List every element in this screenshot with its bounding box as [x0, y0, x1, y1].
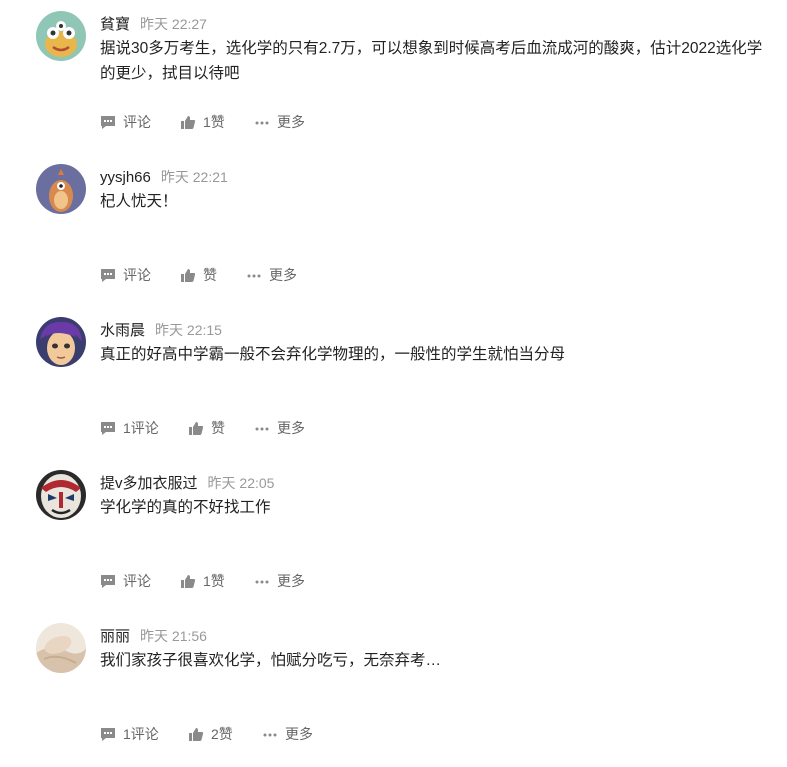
- reply-label: 1评论: [123, 726, 159, 742]
- username[interactable]: 貧寶: [100, 16, 130, 33]
- username[interactable]: yysjh66: [100, 169, 151, 186]
- more-button[interactable]: 更多: [254, 112, 305, 132]
- reply-label: 1评论: [123, 420, 159, 436]
- comment-icon: [101, 115, 115, 129]
- more-label: 更多: [269, 267, 297, 283]
- avatar[interactable]: [36, 470, 86, 520]
- username[interactable]: 丽丽: [100, 628, 130, 645]
- comment-text: 杞人忧天！: [100, 193, 178, 210]
- thumbs-up-icon: [189, 727, 204, 741]
- reply-label: 评论: [123, 114, 151, 130]
- like-button[interactable]: 赞: [188, 418, 225, 438]
- thumbs-up-icon: [181, 574, 196, 588]
- avatar[interactable]: [36, 317, 86, 367]
- username[interactable]: 水雨晨: [100, 322, 145, 339]
- comment-text: 真正的好高中学霸一般不会弃化学物理的，一般性的学生就怕当分母: [100, 346, 566, 363]
- comment-icon: [101, 727, 115, 741]
- more-button[interactable]: 更多: [254, 571, 305, 591]
- reply-button[interactable]: 1评论: [100, 418, 159, 438]
- reply-button[interactable]: 评论: [100, 112, 151, 132]
- comment-meta: 水雨晨 昨天 22:15: [100, 320, 222, 341]
- more-dots-icon: [255, 427, 269, 430]
- thumbs-up-icon: [181, 268, 196, 282]
- more-label: 更多: [277, 573, 305, 589]
- timestamp: 昨天 22:15: [155, 322, 222, 338]
- comment-item: 提v多加衣服过 昨天 22:05 学化学的真的不好找工作 评论 1赞 更多: [0, 461, 787, 614]
- more-dots-icon: [255, 580, 269, 583]
- more-label: 更多: [285, 726, 313, 742]
- username[interactable]: 提v多加衣服过: [100, 475, 198, 492]
- avatar-anime-boy-image: [36, 317, 86, 367]
- like-label: 1赞: [203, 114, 225, 130]
- comment-text: 学化学的真的不好找工作: [100, 499, 271, 516]
- more-label: 更多: [277, 114, 305, 130]
- reply-label: 评论: [123, 267, 151, 283]
- more-button[interactable]: 更多: [254, 418, 305, 438]
- thumbs-up-icon: [189, 421, 204, 435]
- avatar[interactable]: [36, 623, 86, 673]
- comment-icon: [101, 421, 115, 435]
- avatar-photo-image: [36, 623, 86, 673]
- more-button[interactable]: 更多: [246, 265, 297, 285]
- comment-meta: 丽丽 昨天 21:56: [100, 626, 207, 647]
- like-button[interactable]: 1赞: [180, 571, 225, 591]
- more-label: 更多: [277, 420, 305, 436]
- comment-icon: [101, 574, 115, 588]
- like-label: 赞: [211, 420, 225, 436]
- timestamp: 昨天 22:05: [207, 475, 275, 491]
- comment-item: yysjh66 昨天 22:21 杞人忧天！ 评论 赞 更多: [0, 155, 787, 308]
- comment-meta: 貧寶 昨天 22:27: [100, 14, 207, 35]
- comment-item: 水雨晨 昨天 22:15 真正的好高中学霸一般不会弃化学物理的，一般性的学生就怕当…: [0, 308, 787, 461]
- avatar[interactable]: [36, 11, 86, 61]
- like-label: 2赞: [211, 726, 233, 742]
- timestamp: 昨天 22:27: [140, 16, 207, 32]
- avatar[interactable]: [36, 164, 86, 214]
- comment-text: 我们家孩子很喜欢化学，怕赋分吃亏，无奈弃考…: [100, 652, 442, 669]
- reply-button[interactable]: 1评论: [100, 724, 159, 744]
- timestamp: 昨天 21:56: [140, 628, 207, 644]
- like-label: 赞: [203, 267, 217, 283]
- more-dots-icon: [247, 274, 261, 277]
- comment-icon: [101, 268, 115, 282]
- like-button[interactable]: 2赞: [188, 724, 233, 744]
- comment-item: 貧寶 昨天 22:27 据说30多万考生，选化学的只有2.7万，可以想象到时候高考…: [0, 2, 787, 155]
- reply-button[interactable]: 评论: [100, 571, 151, 591]
- reply-label: 评论: [123, 573, 151, 589]
- thumbs-up-icon: [181, 115, 196, 129]
- comment-meta: 提v多加衣服过 昨天 22:05: [100, 473, 274, 494]
- comment-item: 丽丽 昨天 21:56 我们家孩子很喜欢化学，怕赋分吃亏，无奈弃考… 1评论 2赞…: [0, 614, 787, 767]
- more-button[interactable]: 更多: [262, 724, 313, 744]
- reply-button[interactable]: 评论: [100, 265, 151, 285]
- comment-meta: yysjh66 昨天 22:21: [100, 167, 228, 188]
- timestamp: 昨天 22:21: [160, 169, 228, 185]
- like-button[interactable]: 1赞: [180, 112, 225, 132]
- like-button[interactable]: 赞: [180, 265, 217, 285]
- more-dots-icon: [263, 733, 277, 736]
- avatar-monster-image: [36, 11, 86, 61]
- avatar-opera-mask-image: [36, 470, 86, 520]
- avatar-bird-image: [36, 164, 86, 214]
- comment-text: 据说30多万考生，选化学的只有2.7万，可以想象到时候高考后血流成河的酸爽，估计…: [100, 40, 763, 82]
- more-dots-icon: [255, 121, 269, 124]
- like-label: 1赞: [203, 573, 225, 589]
